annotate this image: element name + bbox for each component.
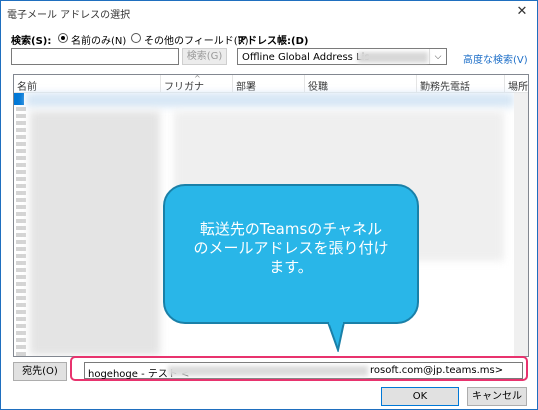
radio-name-only-label[interactable]: 名前のみ(N)	[71, 32, 126, 47]
redacted-names	[30, 111, 160, 355]
search-button[interactable]: 検索(G)	[182, 48, 227, 65]
to-button[interactable]: 宛先(O)	[13, 362, 67, 381]
search-label: 検索(S):	[11, 36, 52, 47]
selected-row-redacted	[26, 93, 514, 107]
close-icon[interactable]: ✕	[513, 4, 531, 20]
ok-button[interactable]: OK	[381, 387, 459, 406]
column-name[interactable]: 名前	[17, 78, 37, 93]
chevron-down-icon[interactable]: ⌵	[429, 49, 446, 64]
list-header: 名前 フリガナ ^ 部署 役職 勤務先電話 場所	[14, 74, 528, 93]
contact-icons	[16, 107, 26, 356]
callout-tail	[326, 322, 346, 352]
title-bar: 電子メール アドレスの選択 ✕	[1, 1, 537, 23]
column-title[interactable]: 役職	[308, 78, 328, 93]
cancel-button[interactable]: キャンセル	[467, 387, 527, 406]
advanced-search-link[interactable]: 高度な検索(V)	[463, 51, 528, 66]
address-book-value: Offline Global Address Lis	[242, 52, 370, 63]
vertical-scrollbar[interactable]	[514, 93, 528, 356]
column-location[interactable]: 場所	[508, 78, 528, 93]
callout-text: 転送先のTeamsのチャネル のメールアドレスを張り付け ます。	[193, 220, 389, 276]
radio-other-fields-label[interactable]: その他のフィールド(R)	[144, 32, 249, 47]
search-input[interactable]	[11, 48, 179, 65]
address-book-select[interactable]: Offline Global Address Lis ⌵	[237, 48, 447, 65]
callout-bubble: 転送先のTeamsのチャネル のメールアドレスを張り付け ます。	[163, 184, 419, 324]
window-title: 電子メール アドレスの選択	[7, 10, 131, 21]
column-department[interactable]: 部署	[236, 78, 256, 93]
select-address-dialog: 電子メール アドレスの選択 ✕ 検索(S): 名前のみ(N) その他のフィールド…	[0, 0, 538, 410]
highlight-frame	[70, 356, 528, 381]
column-work-phone[interactable]: 勤務先電話	[420, 78, 470, 93]
redacted-area	[358, 52, 428, 63]
sort-ascending-icon: ^	[194, 74, 201, 83]
radio-other-fields[interactable]	[131, 33, 141, 43]
address-book-label: アドレス帳:(D)	[237, 36, 309, 47]
selected-row[interactable]	[14, 93, 24, 105]
radio-name-only[interactable]	[58, 33, 68, 43]
